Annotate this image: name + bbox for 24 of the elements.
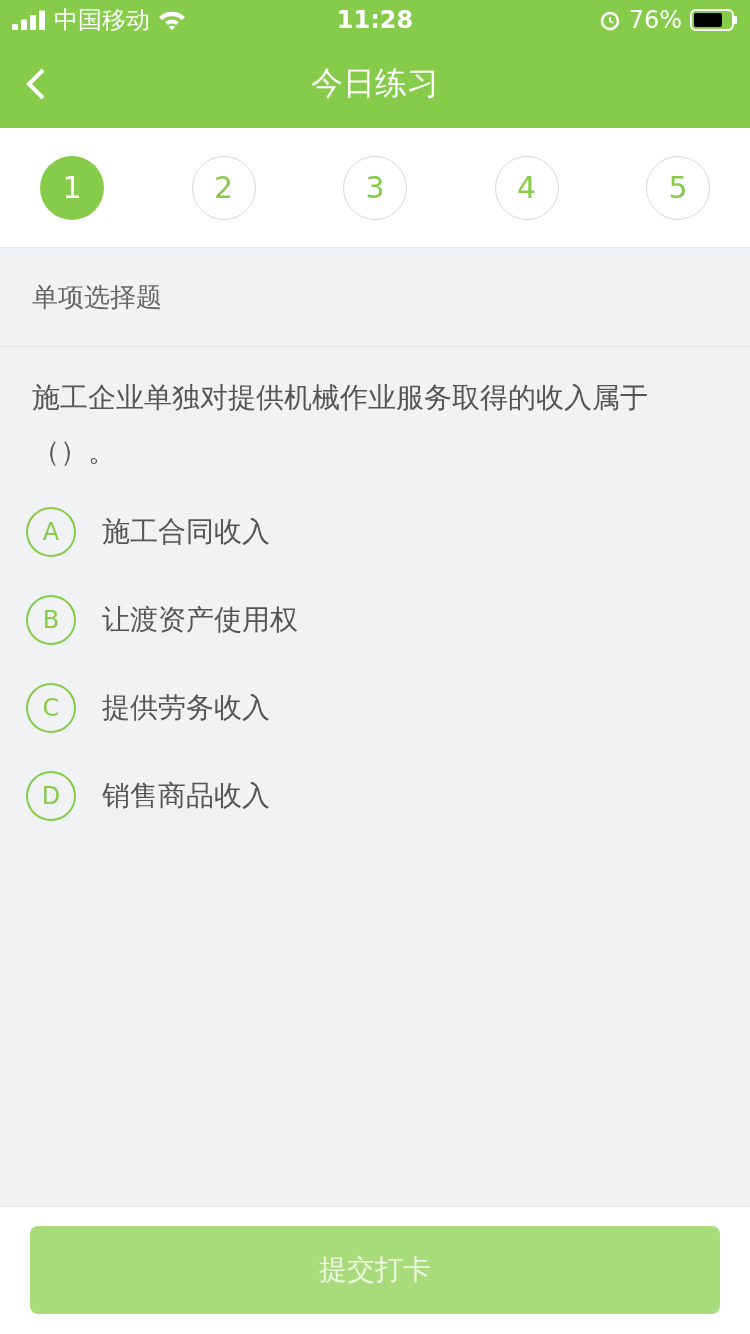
carrier-name: 中国移动	[54, 5, 150, 36]
question-step[interactable]: 3	[343, 155, 407, 220]
alarm-icon	[598, 9, 621, 31]
option-letter[interactable]: B	[26, 595, 76, 645]
signal-icon	[12, 10, 46, 30]
option-letter[interactable]: D	[26, 771, 76, 821]
option-letter[interactable]: C	[26, 683, 76, 733]
battery-percent: 76%	[628, 6, 682, 34]
question-step[interactable]: 5	[646, 155, 710, 220]
section-title: 单项选择题	[32, 280, 162, 314]
question-step[interactable]: 4	[494, 155, 559, 220]
clock-time: 11:28	[336, 6, 414, 34]
wifi-icon	[158, 10, 186, 30]
page-title: 今日练习	[311, 63, 439, 104]
option-text[interactable]: 销售商品收入	[102, 777, 270, 815]
battery-icon	[690, 9, 738, 31]
option-letter[interactable]: A	[26, 507, 76, 557]
question-step[interactable]: 1	[40, 155, 104, 220]
question-step[interactable]: 2	[191, 155, 256, 220]
question-text: 施工企业单独对提供机械作业服务取得的收入属于（）。	[32, 380, 649, 470]
option-text[interactable]: 提供劳务收入	[102, 689, 270, 727]
option-text[interactable]: 让渡资产使用权	[102, 601, 298, 639]
option-text[interactable]: 施工合同收入	[102, 513, 270, 551]
back-icon[interactable]	[26, 68, 46, 100]
